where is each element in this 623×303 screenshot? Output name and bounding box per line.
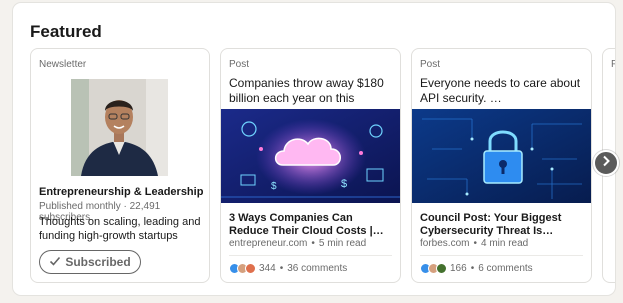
comments-count[interactable]: 6 comments [478,263,532,274]
card-type-label: Newsletter [39,59,87,70]
checkmark-icon [49,255,61,270]
post-source: forbes.com • 4 min read [420,238,529,249]
card-type-label: Post [229,59,250,70]
subscribed-button[interactable]: Subscribed [39,250,141,274]
post-image [412,109,591,203]
featured-section: Featured Newsletter Entrepreneurship & L… [13,3,615,295]
newsletter-card[interactable]: Newsletter Entrepreneurship & Leadership… [30,48,210,283]
chevron-right-icon [601,154,611,172]
post-image: $ $ [221,109,400,203]
card-type-label: P [611,59,615,70]
reaction-icons [229,263,256,274]
comments-count[interactable]: 36 comments [287,263,347,274]
post-title: Council Post: Your Biggest Cybersecurity… [420,212,562,237]
subscribed-label: Subscribed [65,255,131,269]
post-source: entrepreneur.com • 5 min read [229,238,367,249]
post-title: 3 Ways Companies Can Reduce Their Cloud … [229,212,384,237]
section-title: Featured [30,22,102,41]
reaction-count[interactable]: 166 [450,263,467,274]
svg-text:$: $ [341,178,347,190]
divider [420,255,583,256]
social-counts[interactable]: 344 • 36 comments [229,263,347,274]
carousel-next-button[interactable] [593,150,619,176]
post-card[interactable]: Post Everyone needs to care about API se… [411,48,592,283]
celebrate-icon [436,263,447,274]
newsletter-title: Entrepreneurship & Leadership [39,186,204,198]
post-text: Companies throw away $180 billion each y… [229,76,384,105]
newsletter-avatar [71,79,168,176]
post-text: Everyone needs to care about API securit… [420,76,581,105]
reaction-count[interactable]: 344 [259,263,276,274]
social-counts[interactable]: 166 • 6 comments [420,263,533,274]
post-card[interactable]: Post Companies throw away $180 billion e… [220,48,401,283]
reaction-icons [420,263,447,274]
newsletter-description: Thoughts on scaling, leading and funding… [39,216,201,242]
svg-text:$: $ [271,181,277,192]
divider [229,255,392,256]
love-icon [245,263,256,274]
card-type-label: Post [420,59,441,70]
